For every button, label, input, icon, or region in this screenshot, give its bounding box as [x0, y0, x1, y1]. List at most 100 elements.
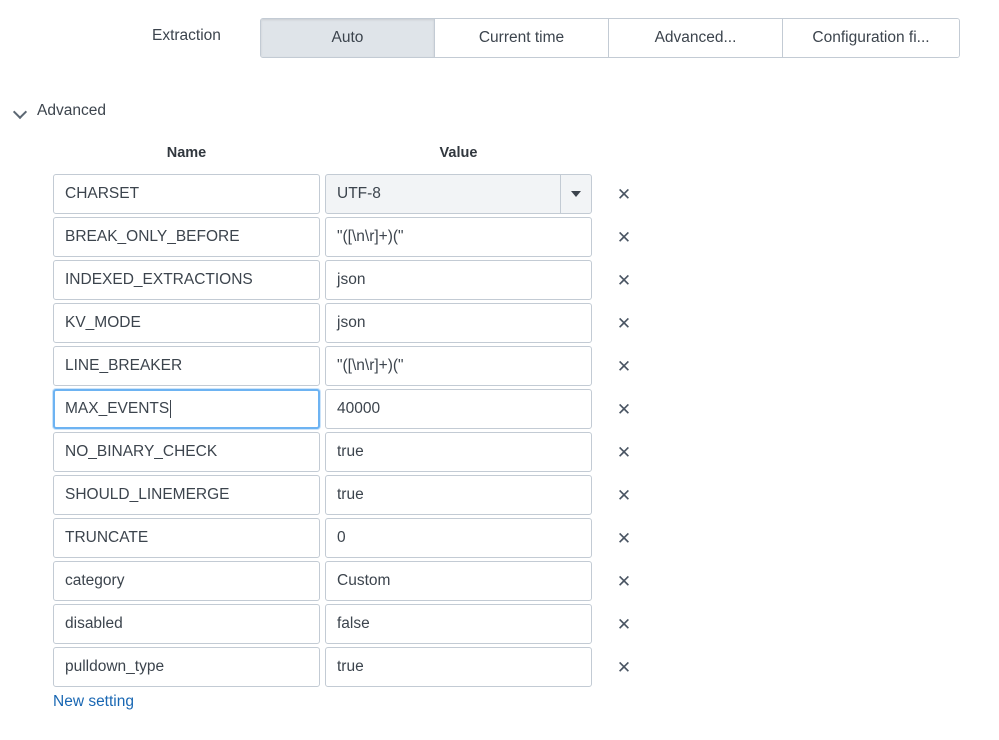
setting-name-input[interactable]: MAX_EVENTS — [53, 389, 320, 429]
setting-value-input[interactable]: Custom — [325, 561, 592, 601]
setting-value-selected: UTF-8 — [337, 185, 381, 202]
setting-row: LINE_BREAKER "([\n\r]+)(" ✕ — [53, 345, 693, 387]
setting-value-text: true — [337, 486, 364, 503]
setting-row: SHOULD_LINEMERGE true ✕ — [53, 474, 693, 516]
setting-name-value: INDEXED_EXTRACTIONS — [65, 271, 253, 288]
setting-name-value: CHARSET — [65, 185, 140, 202]
setting-row: category Custom ✕ — [53, 560, 693, 602]
setting-row: NO_BINARY_CHECK true ✕ — [53, 431, 693, 473]
setting-value-input[interactable]: false — [325, 604, 592, 644]
setting-value-text: "([\n\r]+)(" — [337, 357, 404, 374]
setting-value-text: false — [337, 615, 370, 632]
setting-value-input[interactable]: "([\n\r]+)(" — [325, 217, 592, 257]
advanced-section-title: Advanced — [37, 102, 106, 119]
setting-name-value: category — [65, 572, 125, 589]
setting-value-cell: true — [325, 647, 592, 687]
extraction-tab-1[interactable]: Auto — [261, 19, 435, 57]
chevron-down-icon[interactable] — [560, 175, 591, 213]
extraction-tab-2[interactable]: Current time — [435, 19, 609, 57]
column-header-name: Name — [166, 145, 207, 161]
setting-value-cell: "([\n\r]+)(" — [325, 346, 592, 386]
setting-value-text: json — [337, 314, 366, 331]
extraction-tab-3[interactable]: Advanced... — [609, 19, 783, 57]
remove-setting-close-icon[interactable]: ✕ — [614, 571, 634, 591]
setting-value-text: 40000 — [337, 400, 381, 417]
setting-value-cell: json — [325, 303, 592, 343]
remove-setting-close-icon[interactable]: ✕ — [614, 184, 634, 204]
setting-name-input[interactable]: KV_MODE — [53, 303, 320, 343]
extraction-label: Extraction — [152, 27, 221, 44]
setting-value-input[interactable]: 40000 — [325, 389, 592, 429]
setting-row: CHARSET UTF-8 ✕ — [53, 173, 693, 215]
remove-setting-close-icon[interactable]: ✕ — [614, 313, 634, 333]
remove-setting-close-icon[interactable]: ✕ — [614, 657, 634, 677]
setting-name-input[interactable]: pulldown_type — [53, 647, 320, 687]
setting-value-input[interactable]: json — [325, 260, 592, 300]
setting-name-input[interactable]: LINE_BREAKER — [53, 346, 320, 386]
advanced-section-toggle[interactable]: Advanced — [12, 99, 106, 123]
setting-value-input[interactable]: true — [325, 647, 592, 687]
remove-setting-close-icon[interactable]: ✕ — [614, 356, 634, 376]
extraction-tab-4[interactable]: Configuration fi... — [783, 19, 959, 57]
setting-name-value: NO_BINARY_CHECK — [65, 443, 218, 460]
setting-value-dropdown[interactable]: UTF-8 — [325, 174, 592, 214]
extraction-tab-label: Current time — [478, 29, 565, 46]
setting-value-cell: UTF-8 — [325, 174, 592, 214]
setting-name-value: TRUNCATE — [65, 529, 149, 546]
setting-row: pulldown_type true ✕ — [53, 646, 693, 688]
setting-name-value: disabled — [65, 615, 123, 632]
remove-setting-close-icon[interactable]: ✕ — [614, 227, 634, 247]
setting-name-value: MAX_EVENTS — [65, 400, 170, 417]
setting-row: disabled false ✕ — [53, 603, 693, 645]
advanced-settings-table: Name Value CHARSET UTF-8 ✕ BREAK_ONLY_BEFOR… — [53, 145, 693, 711]
setting-row: KV_MODE json ✕ — [53, 302, 693, 344]
extraction-tab-label: Advanced... — [654, 29, 737, 46]
new-setting-link[interactable]: New setting — [53, 693, 134, 711]
setting-value-input[interactable]: json — [325, 303, 592, 343]
setting-name-input[interactable]: category — [53, 561, 320, 601]
setting-value-input[interactable]: true — [325, 432, 592, 472]
remove-setting-close-icon[interactable]: ✕ — [614, 442, 634, 462]
setting-value-cell: "([\n\r]+)(" — [325, 217, 592, 257]
setting-value-cell: 0 — [325, 518, 592, 558]
setting-name-input[interactable]: TRUNCATE — [53, 518, 320, 558]
chevron-down-icon — [12, 103, 28, 119]
remove-setting-close-icon[interactable]: ✕ — [614, 485, 634, 505]
setting-value-cell: false — [325, 604, 592, 644]
remove-setting-close-icon[interactable]: ✕ — [614, 399, 634, 419]
extraction-tab-label: Configuration fi... — [812, 29, 930, 46]
setting-value-text: json — [337, 271, 366, 288]
setting-row: MAX_EVENTS 40000 ✕ — [53, 388, 693, 430]
setting-value-input[interactable]: true — [325, 475, 592, 515]
setting-name-value: BREAK_ONLY_BEFORE — [65, 228, 240, 245]
remove-setting-close-icon[interactable]: ✕ — [614, 614, 634, 634]
remove-setting-close-icon[interactable]: ✕ — [614, 270, 634, 290]
setting-value-cell: 40000 — [325, 389, 592, 429]
setting-value-cell: Custom — [325, 561, 592, 601]
setting-name-input[interactable]: BREAK_ONLY_BEFORE — [53, 217, 320, 257]
setting-value-text: 0 — [337, 529, 346, 546]
setting-value-cell: true — [325, 432, 592, 472]
setting-name-input[interactable]: disabled — [53, 604, 320, 644]
setting-name-value: SHOULD_LINEMERGE — [65, 486, 230, 503]
setting-name-input[interactable]: SHOULD_LINEMERGE — [53, 475, 320, 515]
setting-value-text: true — [337, 658, 364, 675]
setting-name-value: KV_MODE — [65, 314, 141, 331]
setting-name-input[interactable]: CHARSET — [53, 174, 320, 214]
setting-name-value: pulldown_type — [65, 658, 165, 675]
setting-name-value: LINE_BREAKER — [65, 357, 183, 374]
remove-setting-close-icon[interactable]: ✕ — [614, 528, 634, 548]
column-header-value: Value — [439, 145, 478, 161]
setting-name-input[interactable]: INDEXED_EXTRACTIONS — [53, 260, 320, 300]
setting-value-cell: json — [325, 260, 592, 300]
setting-value-input[interactable]: 0 — [325, 518, 592, 558]
setting-value-text: true — [337, 443, 364, 460]
settings-column-headers: Name Value — [53, 145, 693, 169]
extraction-control-group: Extraction Auto Current time Advanced... Co… — [0, 8, 999, 58]
setting-row: INDEXED_EXTRACTIONS json ✕ — [53, 259, 693, 301]
extraction-tab-group: Auto Current time Advanced... Configuration… — [260, 18, 960, 58]
setting-value-text: "([\n\r]+)(" — [337, 228, 404, 245]
setting-value-input[interactable]: "([\n\r]+)(" — [325, 346, 592, 386]
setting-name-input[interactable]: NO_BINARY_CHECK — [53, 432, 320, 472]
settings-row-list: CHARSET UTF-8 ✕ BREAK_ONLY_BEFORE "([\n\r]+)… — [53, 173, 693, 688]
